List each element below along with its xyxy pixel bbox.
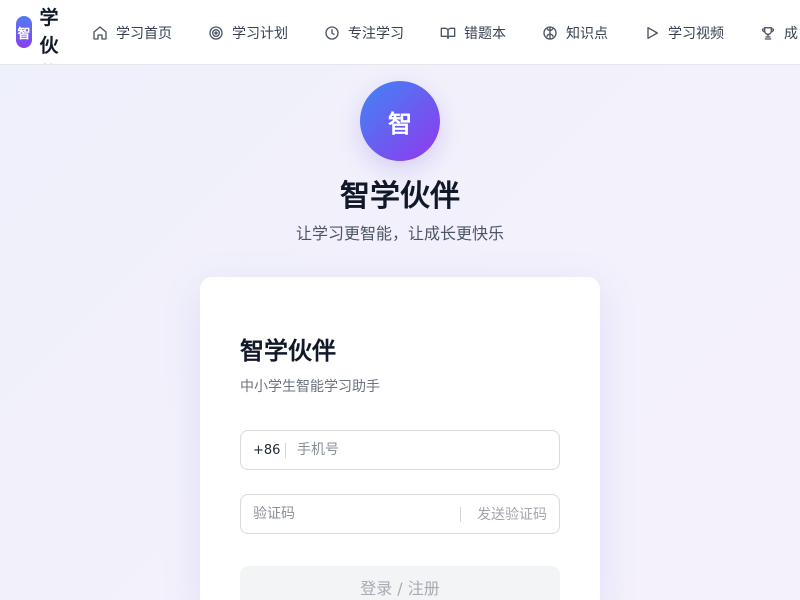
- nav-label: 知识点: [566, 26, 608, 42]
- hero-subtitle: 让学习更智能，让成长更快乐: [295, 224, 504, 243]
- login-title: 智学伙伴: [240, 337, 336, 365]
- brain-icon: [543, 26, 557, 40]
- phone-input[interactable]: [297, 431, 547, 469]
- clock-icon: [325, 26, 339, 40]
- play-icon: [647, 27, 658, 39]
- nav-item-study-plan[interactable]: 学习计划: [208, 22, 288, 44]
- nav-item-mistakes[interactable]: 错题本: [440, 22, 506, 44]
- nav-item-focus[interactable]: 专注学习: [324, 22, 404, 44]
- nav-label: 学习计划: [232, 26, 288, 42]
- nav-label: 学习视频: [668, 26, 724, 42]
- nav-label: 成: [784, 26, 798, 42]
- phone-field-divider: [285, 443, 286, 458]
- send-code-button[interactable]: 发送验证码: [477, 495, 547, 533]
- nav-item-knowledge[interactable]: 知识点: [542, 22, 608, 44]
- nav-label: 错题本: [464, 26, 506, 42]
- hero-logo: 智: [360, 81, 440, 161]
- nav-item-achievements[interactable]: 成: [760, 22, 798, 44]
- brand-logo[interactable]: 智: [16, 16, 32, 48]
- nav-label: 专注学习: [348, 26, 404, 42]
- code-field[interactable]: 发送验证码: [240, 494, 560, 534]
- brand-name[interactable]: 学伙伴: [38, 4, 60, 64]
- trophy-icon: [761, 27, 775, 40]
- nav-item-home[interactable]: 学习首页: [92, 22, 172, 44]
- book-icon: [440, 27, 456, 39]
- verification-code-input[interactable]: [253, 495, 453, 533]
- top-navbar: 智 学伙伴 学习首页 学习计划 专注学习 错题本 知识点 学习视频: [0, 0, 800, 65]
- phone-field[interactable]: +86: [240, 430, 560, 470]
- nav-item-videos[interactable]: 学习视频: [644, 22, 724, 44]
- nav-label: 学习首页: [116, 26, 172, 42]
- home-icon: [93, 26, 107, 40]
- login-register-button[interactable]: 登录 / 注册: [240, 566, 560, 600]
- target-icon: [209, 26, 223, 40]
- login-subtitle: 中小学生智能学习助手: [240, 379, 380, 395]
- hero-title: 智学伙伴: [340, 179, 460, 214]
- login-card: 智学伙伴 中小学生智能学习助手 +86 发送验证码 登录 / 注册: [200, 277, 600, 600]
- code-field-divider: [460, 507, 461, 522]
- country-code[interactable]: +86: [253, 431, 280, 469]
